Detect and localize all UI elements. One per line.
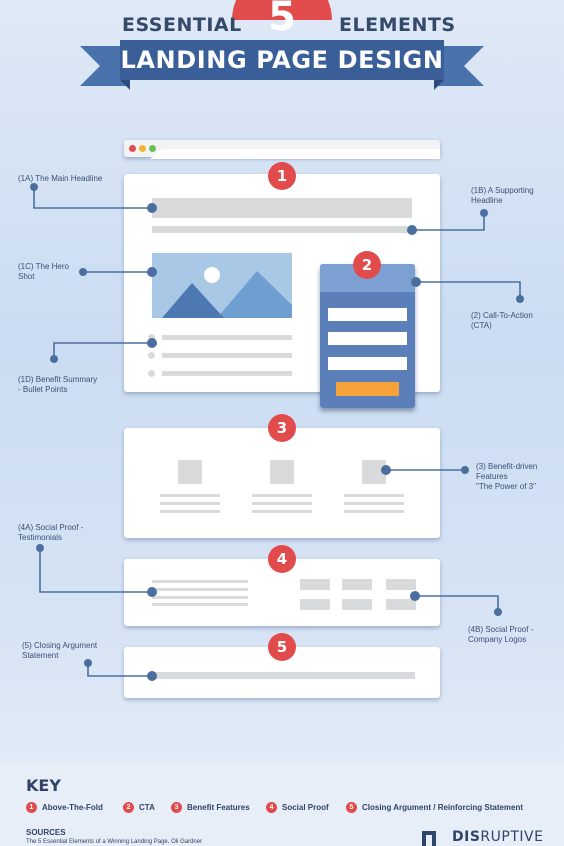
key-dot-3: 3 bbox=[171, 802, 182, 813]
connector-dot-1b-start bbox=[480, 209, 488, 217]
connector-dot-1d-end bbox=[147, 338, 157, 348]
label-4a: (4A) Social Proof - Testimonials bbox=[18, 523, 83, 543]
label-1a: (1A) The Main Headline bbox=[18, 174, 102, 184]
connector-1a bbox=[33, 187, 152, 209]
connector-dot-1c-end bbox=[147, 267, 157, 277]
key-dot-1: 1 bbox=[26, 802, 37, 813]
section-4-badge: 4 bbox=[268, 545, 296, 573]
section-5-badge: 5 bbox=[268, 633, 296, 661]
key-item-4: 4 Social Proof bbox=[266, 802, 329, 813]
connector-dot-1c-start bbox=[79, 268, 87, 276]
connector-1b bbox=[412, 213, 485, 231]
connector-dot-1a-end bbox=[147, 203, 157, 213]
label-4a-line1: (4A) Social Proof - bbox=[18, 523, 84, 532]
label-1c-line1: (1C) The Hero bbox=[18, 262, 69, 271]
section-3-badge: 3 bbox=[268, 414, 296, 442]
connector-dot-3-start bbox=[381, 465, 391, 475]
section-1-badge: 1 bbox=[268, 162, 296, 190]
label-3-line1: (3) Benefit-driven bbox=[476, 462, 538, 471]
label-1b: (1B) A Supporting Headline bbox=[471, 186, 534, 206]
connector-dot-1a-start bbox=[30, 183, 38, 191]
label-2-line2: (CTA) bbox=[471, 321, 492, 330]
connector-dot-4b-end bbox=[494, 608, 502, 616]
key-dot-5: 5 bbox=[346, 802, 357, 813]
connector-dot-1d-start bbox=[50, 355, 58, 363]
key-label-3: Benefit Features bbox=[187, 803, 250, 812]
label-2: (2) Call-To-Action (CTA) bbox=[471, 311, 533, 331]
label-1b-line2: Headline bbox=[471, 196, 503, 205]
key-label-1: Above-The-Fold bbox=[42, 803, 103, 812]
label-3-line3: "The Power of 3" bbox=[476, 482, 536, 491]
connector-dot-2-end bbox=[516, 295, 524, 303]
label-4a-line2: Testimonials bbox=[18, 533, 63, 542]
label-1c-line2: Shot bbox=[18, 272, 35, 281]
brand-logo-rest: RUPTIVE bbox=[480, 829, 544, 845]
key-item-5: 5 Closing Argument / Reinforcing Stateme… bbox=[346, 802, 523, 813]
key-item-3: 3 Benefit Features bbox=[171, 802, 250, 813]
key-label-4: Social Proof bbox=[282, 803, 329, 812]
label-5: (5) Closing Argument Statement bbox=[22, 641, 97, 661]
connector-2 bbox=[416, 281, 521, 299]
brand-logo: DISRUPTIVE bbox=[452, 829, 543, 845]
sources-text: The 5 Essential Elements of a Winning La… bbox=[26, 839, 203, 845]
connector-dot-4a-start bbox=[36, 544, 44, 552]
key-item-2: 2 CTA bbox=[123, 802, 155, 813]
label-2-line1: (2) Call-To-Action bbox=[471, 311, 533, 320]
connector-dot-5-end bbox=[147, 671, 157, 681]
label-3-line2: Features bbox=[476, 472, 508, 481]
key-title: KEY bbox=[26, 776, 61, 795]
label-1d-line2: - Bullet Points bbox=[18, 385, 68, 394]
label-5-line2: Statement bbox=[22, 651, 59, 660]
connector-dot-3-end bbox=[461, 466, 469, 474]
label-3: (3) Benefit-driven Features "The Power o… bbox=[476, 462, 537, 492]
brand-mark-icon bbox=[422, 831, 436, 846]
key-dot-2: 2 bbox=[123, 802, 134, 813]
key-dot-4: 4 bbox=[266, 802, 277, 813]
connector-dot-1b-end bbox=[407, 225, 417, 235]
connector-1d bbox=[53, 342, 152, 359]
sources-title: SOURCES bbox=[26, 828, 66, 837]
label-1d: (1D) Benefit Summary - Bullet Points bbox=[18, 375, 97, 395]
key-label-2: CTA bbox=[139, 803, 155, 812]
label-1c: (1C) The Hero Shot bbox=[18, 262, 69, 282]
connector-dot-4b-start bbox=[410, 591, 420, 601]
label-1a-text: (1A) The Main Headline bbox=[18, 174, 103, 183]
label-1d-line1: (1D) Benefit Summary bbox=[18, 375, 98, 384]
key-label-5: Closing Argument / Reinforcing Statement bbox=[362, 803, 524, 812]
label-4b: (4B) Social Proof - Company Logos bbox=[468, 625, 533, 645]
connector-dot-2-start bbox=[411, 277, 421, 287]
brand-logo-bold: DIS bbox=[452, 829, 481, 845]
label-1b-line1: (1B) A Supporting bbox=[471, 186, 534, 195]
label-4b-line1: (4B) Social Proof - bbox=[468, 625, 534, 634]
connector-4b bbox=[415, 595, 499, 612]
connector-5 bbox=[87, 663, 152, 677]
connector-dot-4a-end bbox=[147, 587, 157, 597]
label-5-line1: (5) Closing Argument bbox=[22, 641, 98, 650]
label-4b-line2: Company Logos bbox=[468, 635, 527, 644]
section-2-badge: 2 bbox=[353, 251, 381, 279]
connector-4a bbox=[39, 548, 152, 593]
key-item-1: 1 Above-The-Fold bbox=[26, 802, 103, 813]
